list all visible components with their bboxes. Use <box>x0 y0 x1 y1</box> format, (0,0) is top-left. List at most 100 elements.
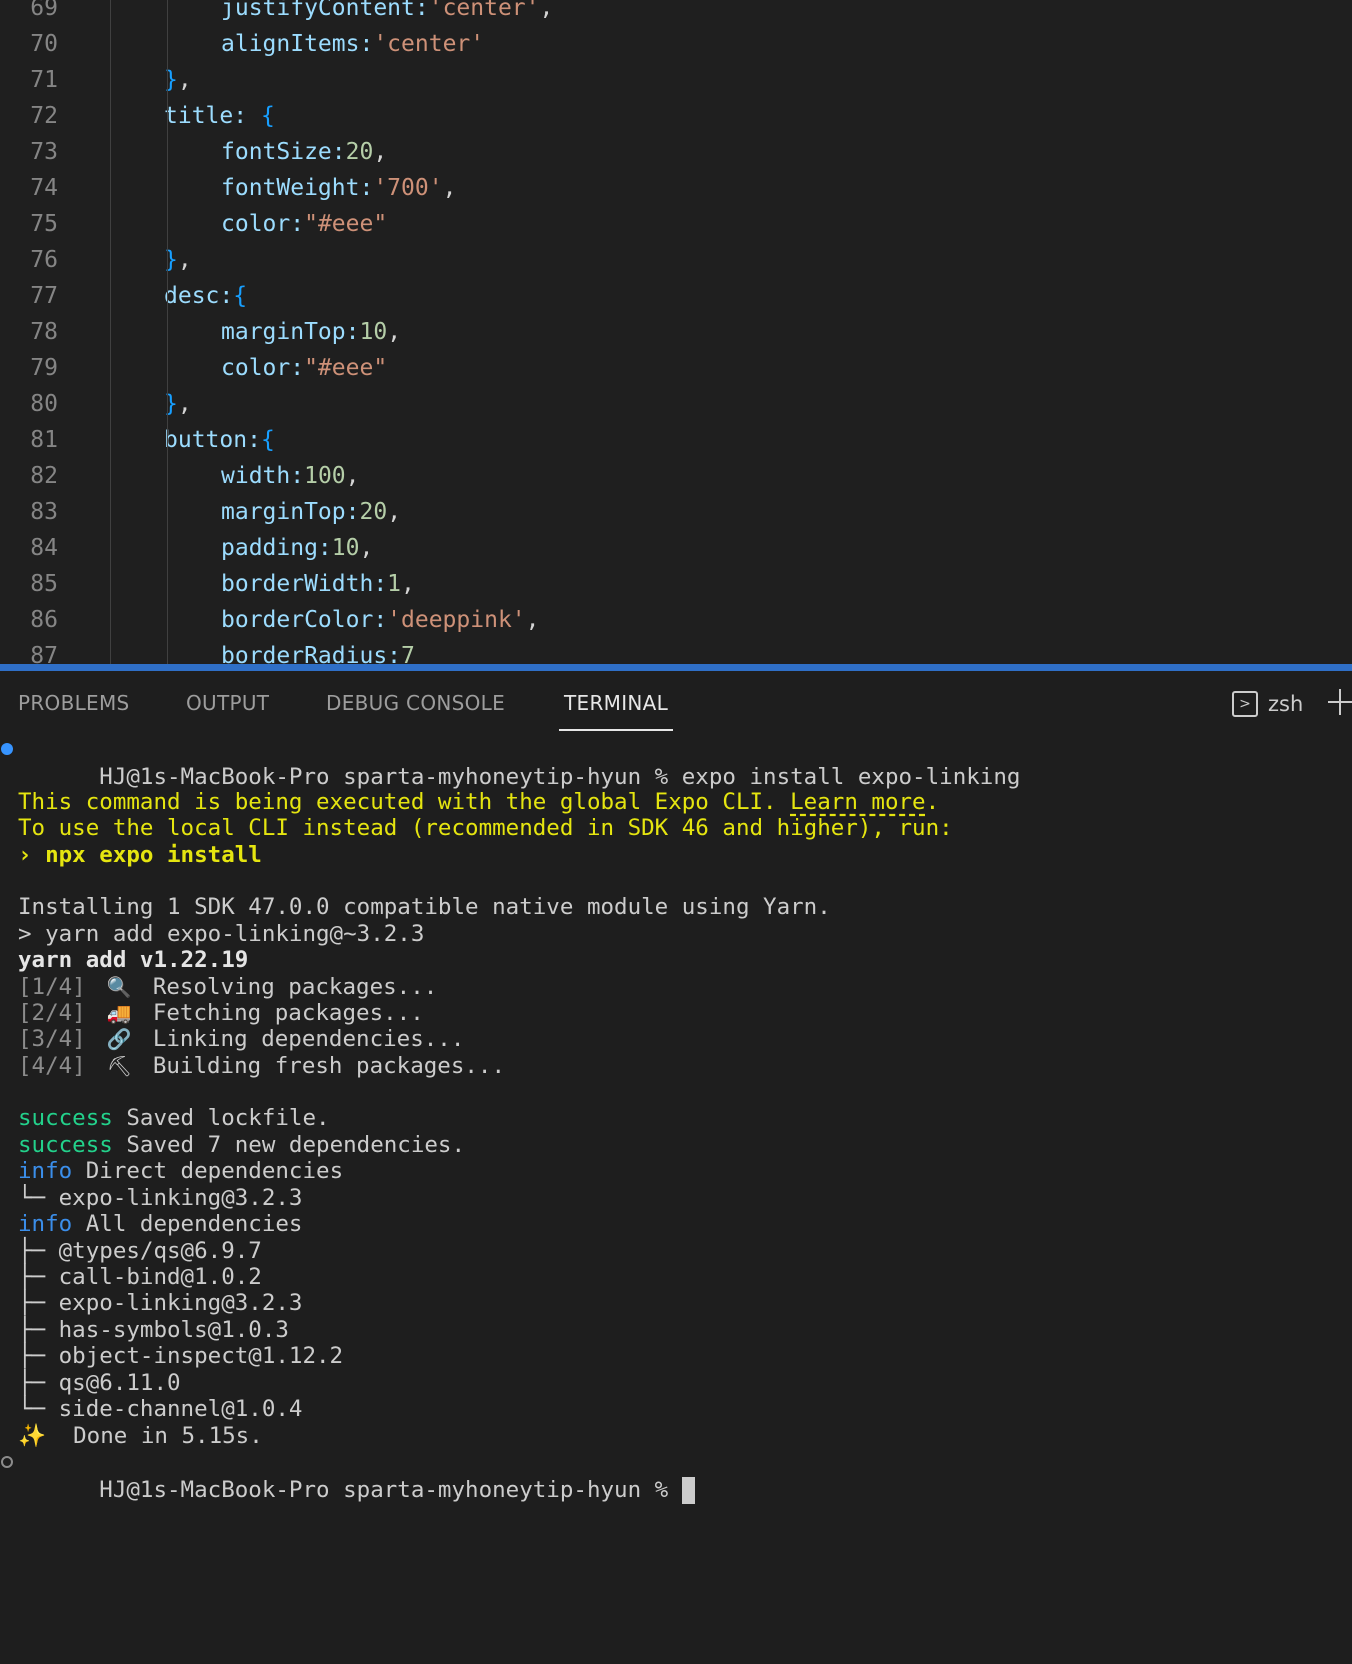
code-token: , <box>359 535 374 561</box>
code-text: borderWidth:1, <box>221 566 415 602</box>
code-token: '700' <box>373 175 443 201</box>
command-success-dot-icon <box>1 743 13 755</box>
code-token: 10 <box>331 535 360 561</box>
code-token: 7 <box>401 643 415 664</box>
tab-output[interactable]: OUTPUT <box>186 671 269 731</box>
cmd-prefix: › <box>18 842 46 868</box>
code-token: 20 <box>359 499 388 525</box>
line-number: 83 <box>30 499 58 525</box>
code-token: { <box>260 427 275 453</box>
done-text: Done in 5.15s. <box>46 1423 263 1449</box>
code-token: color: <box>221 355 305 381</box>
panel-resize-sash[interactable] <box>0 664 1352 671</box>
code-token: borderRadius: <box>221 643 402 664</box>
code-token: borderWidth: <box>221 571 388 597</box>
terminal-final-prompt[interactable]: HJ@1s-MacBook-Pro sparta-myhoneytip-hyun… <box>1 1448 695 1504</box>
code-editor[interactable]: 69 justifyContent:'center', 70 alignItems:'… <box>0 0 1352 664</box>
prompt-dot-icon <box>1 1456 13 1468</box>
line-number: 77 <box>30 283 58 309</box>
success-tag: success <box>18 1105 113 1131</box>
code-token: 'center' <box>373 31 485 57</box>
learn-more-link[interactable]: Learn more <box>790 789 925 815</box>
code-text: justifyContent:'center', <box>221 0 553 26</box>
indent-guide <box>110 0 111 664</box>
terminal-warning-line-1: This command is being executed with the … <box>18 788 939 816</box>
code-token: 'deeppink' <box>387 607 526 633</box>
sparkles-icon: ✨ <box>18 1423 47 1449</box>
code-line: 78 marginTop:10, <box>0 314 1352 350</box>
line-number: 84 <box>30 535 58 561</box>
code-token: fontSize: <box>221 139 346 165</box>
code-line: 81 button:{ <box>0 422 1352 458</box>
code-text: color:"#eee" <box>221 206 387 242</box>
terminal-dep-line: ├─ has-symbols@1.0.3 <box>18 1317 289 1343</box>
code-token: alignItems: <box>221 31 374 57</box>
tab-debug-console[interactable]: DEBUG CONSOLE <box>326 671 505 731</box>
code-token: 20 <box>345 139 374 165</box>
code-line: 71}, <box>0 62 1352 98</box>
new-terminal-plus-icon[interactable] <box>1328 687 1352 717</box>
line-number: 87 <box>30 643 58 664</box>
line-number: 78 <box>30 319 58 345</box>
code-text: fontSize:20, <box>221 134 387 170</box>
line-number: 74 <box>30 175 58 201</box>
terminal-output[interactable]: HJ@1s-MacBook-Pro sparta-myhoneytip-hyun… <box>0 735 1352 1655</box>
terminal-step: [1/4] 🔍 Resolving packages... <box>18 973 437 1001</box>
step-text: Resolving packages... <box>152 974 438 1000</box>
code-token: , <box>387 319 402 345</box>
code-token: marginTop: <box>221 319 360 345</box>
code-token: marginTop: <box>221 499 360 525</box>
terminal-done-line: ✨ Done in 5.15s. <box>18 1422 263 1450</box>
prompt-text: HJ@1s-MacBook-Pro sparta-myhoneytip-hyun… <box>99 764 682 790</box>
link-icon: 🔗 <box>106 1027 132 1051</box>
code-line: 82 width:100, <box>0 458 1352 494</box>
line-number: 72 <box>30 103 58 129</box>
code-line: 80}, <box>0 386 1352 422</box>
step-text: Fetching packages... <box>152 1000 424 1026</box>
npx-expo-install-text: npx expo install <box>45 842 262 868</box>
code-token: , <box>177 391 192 417</box>
code-token: 10 <box>359 319 388 345</box>
line-number: 85 <box>30 571 58 597</box>
code-token: button: <box>164 427 261 453</box>
code-line: 79 color:"#eee" <box>0 350 1352 386</box>
code-text: }, <box>164 386 192 422</box>
line-number: 70 <box>30 31 58 57</box>
code-token: , <box>525 607 540 633</box>
code-token: , <box>177 247 192 273</box>
success-text: Saved 7 new dependencies. <box>112 1132 466 1158</box>
step-text: Building fresh packages... <box>152 1053 506 1079</box>
code-token: { <box>233 283 248 309</box>
code-text: fontWeight:'700', <box>221 170 456 206</box>
code-token: fontWeight: <box>221 175 374 201</box>
command-text: expo install expo-linking <box>681 764 1021 790</box>
terminal-warning-line-2: To use the local CLI instead (recommende… <box>18 815 953 841</box>
code-text: color:"#eee" <box>221 350 387 386</box>
tab-problems[interactable]: PROBLEMS <box>18 671 130 731</box>
code-token: justifyContent: <box>221 0 429 21</box>
code-line: 75 color:"#eee" <box>0 206 1352 242</box>
terminal-selector[interactable]: > zsh <box>1232 689 1303 719</box>
terminal-dep-line: ├─ expo-linking@3.2.3 <box>18 1290 303 1316</box>
step-number: [2/4] <box>18 1000 86 1026</box>
code-line: 72 title: { <box>0 98 1352 134</box>
terminal-dep-line: └─ side-channel@1.0.4 <box>18 1396 303 1422</box>
code-text: }, <box>164 242 192 278</box>
terminal-line-command: HJ@1s-MacBook-Pro sparta-myhoneytip-hyun… <box>1 735 1020 790</box>
terminal-name: zsh <box>1268 692 1304 716</box>
tab-terminal[interactable]: TERMINAL <box>558 671 674 731</box>
terminal-installing: Installing 1 SDK 47.0.0 compatible nativ… <box>18 894 831 920</box>
pick-icon: ⛏ <box>106 1054 132 1078</box>
code-text: marginTop:10, <box>221 314 401 350</box>
code-text: }, <box>164 62 192 98</box>
code-token: 1 <box>387 571 402 597</box>
code-text: padding:10, <box>221 530 373 566</box>
prompt-text: HJ@1s-MacBook-Pro sparta-myhoneytip-hyun… <box>99 1477 682 1503</box>
code-line: 84 padding:10, <box>0 530 1352 566</box>
line-number: 86 <box>30 607 58 633</box>
code-text: button:{ <box>164 422 275 458</box>
terminal-step: [3/4] 🔗 Linking dependencies... <box>18 1025 464 1053</box>
code-token: , <box>177 67 192 93</box>
code-line: 73 fontSize:20, <box>0 134 1352 170</box>
terminal-success-line: success Saved lockfile. <box>18 1104 330 1132</box>
